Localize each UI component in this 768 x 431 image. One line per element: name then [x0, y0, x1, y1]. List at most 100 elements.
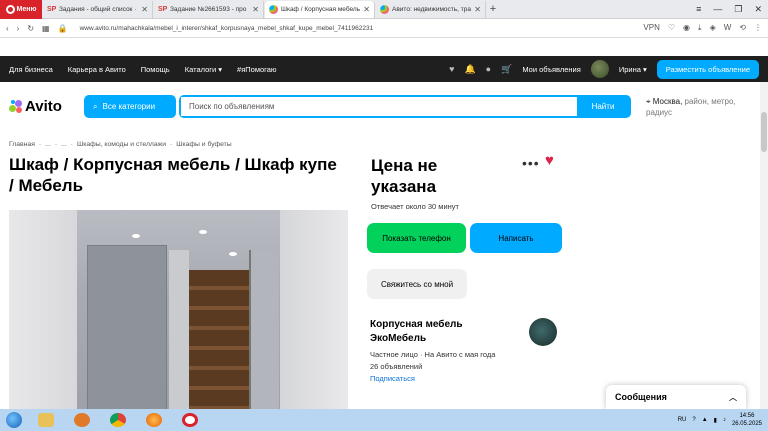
extension-icon[interactable]: ◈	[710, 23, 716, 33]
sync-icon[interactable]: ⟲	[739, 23, 746, 33]
find-button[interactable]: Найти	[577, 97, 629, 116]
folder-icon	[38, 413, 54, 427]
back-icon[interactable]: ‹	[6, 24, 9, 33]
nav-catalogs-link[interactable]: Каталоги ▾	[185, 65, 222, 74]
user-menu[interactable]: Ирина ▾	[619, 65, 647, 74]
close-tab-icon[interactable]: ✕	[141, 5, 148, 14]
photo-wardrobe-door	[87, 245, 167, 410]
breadcrumb-collapsed[interactable]: ...	[61, 141, 67, 148]
w-extension-icon[interactable]: W	[724, 23, 732, 33]
browser-menu-button[interactable]: Меню	[0, 0, 42, 19]
seller-name[interactable]: Корпусная мебель ЭкоМебель	[370, 318, 520, 346]
cart-icon[interactable]: 🛒	[501, 64, 512, 75]
close-window-icon[interactable]: ✕	[754, 4, 762, 15]
scrollbar-thumb[interactable]	[761, 112, 767, 152]
breadcrumb-cabinets[interactable]: Шкафы и буфеты	[176, 141, 231, 148]
close-tab-icon[interactable]: ✕	[474, 5, 481, 14]
search-icon: ⌕	[93, 101, 98, 111]
seller-type: Частное лицо · На Авито с мая года	[370, 350, 496, 359]
network-icon[interactable]: ▮	[714, 417, 717, 424]
breadcrumb-collapsed[interactable]: ...	[45, 141, 51, 148]
forward-icon[interactable]: ›	[17, 24, 20, 33]
page-scrollbar[interactable]	[760, 82, 768, 409]
search-input[interactable]	[181, 97, 577, 116]
photo-ceiling-light	[229, 252, 237, 256]
seller-info: Частное лицо · На Авито с мая года 26 об…	[370, 349, 495, 385]
system-tray: RU ? ▲ ▮ ♪ 14:56 26.05.2025	[678, 412, 768, 428]
favorites-heart-icon[interactable]: ♥	[449, 64, 454, 74]
download-icon[interactable]: ⤓	[698, 23, 702, 33]
firefox-icon	[146, 413, 162, 427]
settings-icon[interactable]: ⋮	[754, 23, 762, 33]
price-label: Цена не указана	[371, 156, 438, 196]
opera-icon	[182, 413, 198, 427]
breadcrumb-home[interactable]: Главная	[9, 141, 35, 148]
tab-avito-home[interactable]: Авито: недвижимость, тра ✕	[376, 0, 486, 18]
vpn-icon[interactable]: VPN	[643, 23, 659, 33]
start-button[interactable]	[0, 409, 28, 431]
nav-business-link[interactable]: Для бизнеса	[9, 65, 53, 74]
photo-blur-right	[280, 210, 348, 410]
user-avatar[interactable]	[590, 60, 609, 78]
url-field[interactable]: www.avito.ru/mahachkala/mebel_i_interer/…	[80, 25, 374, 32]
contact-me-button[interactable]: Свяжитесь со мной	[367, 269, 467, 299]
photo-shelves	[189, 270, 249, 410]
notifications-bell-icon[interactable]: 🔔	[464, 64, 475, 75]
chevron-up-icon[interactable]: ︿	[729, 392, 737, 403]
tab-listing-active[interactable]: Шкаф / Корпусная мебель ✕	[265, 0, 375, 18]
close-tab-icon[interactable]: ✕	[363, 5, 370, 14]
taskbar-opera[interactable]	[172, 409, 208, 431]
taskbar-media-player[interactable]	[64, 409, 100, 431]
camera-icon[interactable]: ◉	[683, 23, 690, 33]
help-icon[interactable]: ?	[692, 417, 695, 423]
chrome-icon	[110, 413, 126, 427]
bookmark-icon[interactable]: ♡	[668, 23, 675, 33]
clock[interactable]: 14:56 26.05.2025	[732, 412, 762, 428]
volume-icon[interactable]: ♪	[723, 417, 726, 423]
show-phone-button[interactable]: Показать телефон	[367, 223, 466, 253]
avito-logo[interactable]: Avito	[9, 98, 62, 115]
subscribe-link[interactable]: Подписаться	[370, 373, 495, 385]
listing-photo[interactable]	[9, 210, 348, 410]
breadcrumb-wardrobes[interactable]: Шкафы, комоды и стеллажи	[77, 141, 166, 148]
windows-taskbar: RU ? ▲ ▮ ♪ 14:56 26.05.2025	[0, 409, 768, 431]
all-categories-button[interactable]: ⌕ Все категории	[84, 95, 176, 118]
location-pin-icon: ⌖	[646, 97, 651, 106]
close-tab-icon[interactable]: ✕	[252, 5, 259, 14]
minimize-icon[interactable]: —	[713, 4, 722, 15]
address-bar: ‹ › ↻ ▦ 🔒 www.avito.ru/mahachkala/mebel_…	[0, 19, 768, 38]
browser-tab-strip: Меню SP Задания - общий список · ✕ SP За…	[0, 0, 768, 19]
tabs-grid-icon[interactable]: ▦	[42, 24, 50, 33]
nav-career-link[interactable]: Карьера в Авито	[68, 65, 126, 74]
language-indicator[interactable]: RU	[678, 417, 687, 423]
post-ad-button[interactable]: Разместить объявление	[656, 59, 759, 79]
photo-mirror-door	[249, 250, 279, 410]
photo-blur-left	[9, 210, 77, 410]
my-ads-link[interactable]: Мои объявления	[522, 65, 581, 74]
favorite-heart-icon[interactable]: ♥	[545, 152, 554, 169]
more-options-icon[interactable]: •••	[522, 155, 540, 171]
breadcrumb: Главная · ... · ... · Шкафы, комоды и ст…	[9, 141, 232, 148]
tray-arrow-icon[interactable]: ▲	[702, 417, 708, 423]
sp-favicon-icon: SP	[47, 5, 57, 13]
photo-ceiling-light	[132, 234, 140, 238]
taskbar-chrome[interactable]	[100, 409, 136, 431]
location-selector[interactable]: ⌖ Москва, район, метро, радиус	[646, 96, 756, 118]
messages-panel[interactable]: Сообщения ︿	[606, 385, 746, 409]
filter-icon[interactable]: ≡	[696, 4, 701, 15]
new-tab-button[interactable]: +	[486, 3, 500, 15]
taskbar-explorer[interactable]	[28, 409, 64, 431]
window-controls: ≡ — ❐ ✕	[696, 4, 768, 15]
messages-icon[interactable]: ●	[486, 64, 491, 74]
seller-avatar[interactable]	[529, 318, 557, 346]
tab-tasks-list[interactable]: SP Задания - общий список · ✕	[43, 0, 153, 18]
write-message-button[interactable]: Написать	[470, 223, 562, 253]
reply-time: Отвечает около 30 минут	[371, 202, 459, 211]
taskbar-firefox[interactable]	[136, 409, 172, 431]
avito-top-nav: Для бизнеса Карьера в Авито Помощь Катал…	[0, 56, 768, 82]
maximize-icon[interactable]: ❐	[734, 4, 742, 15]
tab-task-2661593[interactable]: SP Задание №2661593 - про ✕	[154, 0, 264, 18]
reload-icon[interactable]: ↻	[27, 24, 34, 33]
nav-help-campaign-link[interactable]: #яПомогаю	[237, 65, 277, 74]
nav-help-link[interactable]: Помощь	[141, 65, 170, 74]
